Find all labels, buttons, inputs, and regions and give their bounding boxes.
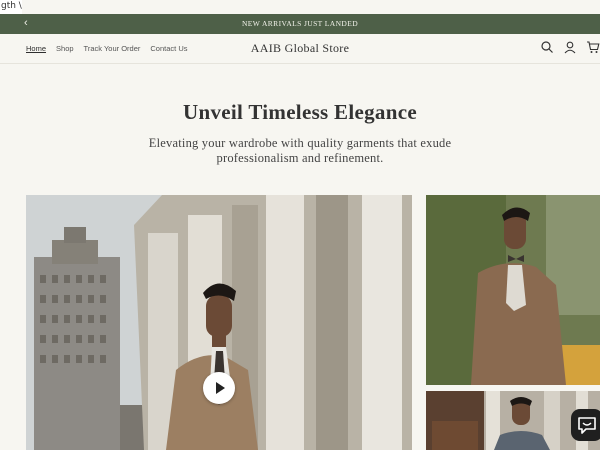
play-button[interactable] <box>203 372 235 404</box>
chat-button[interactable] <box>571 409 600 441</box>
account-icon[interactable] <box>563 40 577 54</box>
nav-shop[interactable]: Shop <box>56 44 74 53</box>
header-icons <box>540 40 600 54</box>
search-icon[interactable] <box>540 40 554 54</box>
site-header: Home Shop Track Your Order Contact Us AA… <box>0 34 600 64</box>
hero-subtitle: Elevating your wardrobe with quality gar… <box>148 136 452 165</box>
announcement-bar: ‹ NEW ARRIVALS JUST LANDED <box>0 14 600 34</box>
chat-icon <box>578 417 596 434</box>
nav-track-order[interactable]: Track Your Order <box>84 44 141 53</box>
hero-video[interactable] <box>26 195 412 450</box>
product-image-1[interactable] <box>426 195 600 385</box>
hero-title: Unveil Timeless Elegance <box>183 100 417 124</box>
nav-home[interactable]: Home <box>26 44 46 53</box>
nav-contact[interactable]: Contact Us <box>150 44 187 53</box>
hero-video-image <box>26 195 412 450</box>
product-image-1-graphic <box>426 195 600 385</box>
stray-text: gth \ <box>0 0 22 14</box>
announcement-text: NEW ARRIVALS JUST LANDED <box>241 19 359 28</box>
cart-icon[interactable] <box>586 40 600 54</box>
main-nav: Home Shop Track Your Order Contact Us <box>26 44 188 53</box>
